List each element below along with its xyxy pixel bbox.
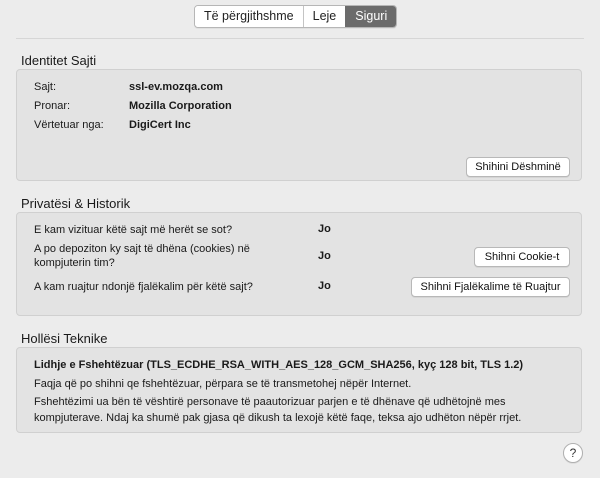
- passwords-answer: Jo: [318, 280, 331, 292]
- connection-details: Lidhje e Fshehtëzuar (TLS_ECDHE_RSA_WITH…: [34, 359, 524, 371]
- owner-label: Pronar:: [34, 100, 71, 112]
- visited-question: E kam vizituar këtë sajt më herët se sot…: [34, 224, 233, 236]
- cookies-answer: Jo: [318, 250, 331, 262]
- encryption-explanation: Fshehtëzimi ua bën të vështirë personave…: [34, 396, 522, 424]
- cookies-question: A po depoziton ky sajt të dhëna (cookies…: [34, 243, 250, 269]
- privacy-box: E kam vizituar këtë sajt më herët se sot…: [16, 212, 582, 316]
- view-cookies-button[interactable]: Shihni Cookie-t: [474, 247, 570, 267]
- view-saved-passwords-button[interactable]: Shihni Fjalëkalime të Ruajtur: [411, 277, 570, 297]
- identity-box: Sajt: ssl-ev.mozqa.com Pronar: Mozilla C…: [16, 69, 582, 181]
- help-button[interactable]: ?: [563, 443, 583, 463]
- technical-section-title: Hollësi Teknike: [21, 331, 108, 346]
- identity-section-title: Identitet Sajti: [21, 53, 97, 68]
- tab-permissions[interactable]: Leje: [302, 6, 346, 27]
- technical-box: Lidhje e Fshehtëzuar (TLS_ECDHE_RSA_WITH…: [16, 347, 582, 433]
- verifier-label: Vërtetuar nga:: [34, 119, 104, 131]
- site-label: Sajt:: [34, 81, 57, 93]
- view-certificate-button[interactable]: Shihini Dëshminë: [466, 157, 570, 177]
- tab-bar: Të përgjithshme Leje Siguri: [194, 5, 398, 28]
- verifier-value: DigiCert Inc: [129, 119, 191, 131]
- privacy-section-title: Privatësi & Historik: [21, 196, 131, 211]
- passwords-question: A kam ruajtur ndonjë fjalëkalim për këtë…: [34, 281, 253, 293]
- site-value: ssl-ev.mozqa.com: [129, 81, 223, 93]
- encryption-note: Faqja që po shihni qe fshehtëzuar, përpa…: [34, 378, 412, 390]
- owner-value: Mozilla Corporation: [129, 100, 232, 112]
- header-divider: [16, 38, 584, 39]
- tab-security[interactable]: Siguri: [345, 6, 397, 27]
- tab-general[interactable]: Të përgjithshme: [195, 6, 303, 27]
- visited-answer: Jo: [318, 223, 331, 235]
